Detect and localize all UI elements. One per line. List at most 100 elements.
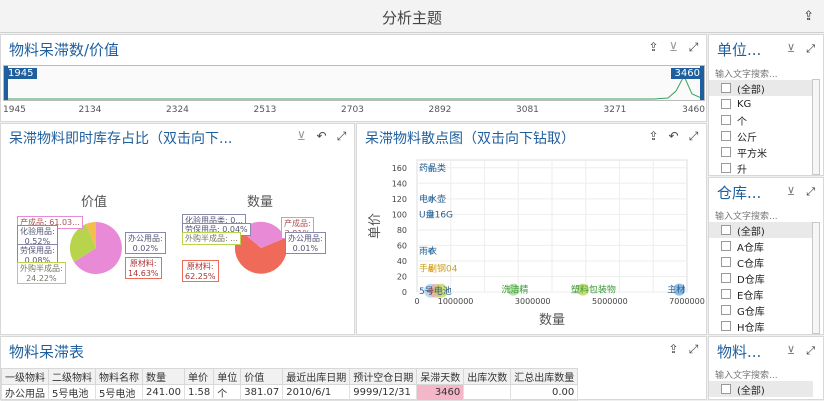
filter-icon[interactable]: ⊻ [787,344,795,357]
x-tick-label: 3000000 [515,297,551,306]
undo-icon[interactable]: ↶ [315,130,328,143]
range-track[interactable]: 1945 3460 [3,65,705,101]
checkbox[interactable] [721,115,731,125]
pie-panel: 呆滞物料即时库存占比（双击向下... ⊻ ↶ ⤢ 价值 数量 产成品: 61.0… [0,123,355,335]
table-cell: 办公用品 [1,384,49,401]
expand-icon[interactable]: ⤢ [335,130,348,143]
expand-icon[interactable]: ⤢ [806,344,815,358]
column-header[interactable]: 单位 [213,368,242,385]
checkbox[interactable] [721,305,731,315]
filter-option[interactable]: (全部) [709,80,813,96]
x-tick-label: 1000000 [438,297,474,306]
filter-icon[interactable]: ⊻ [787,42,795,55]
checkbox[interactable] [721,147,731,157]
column-header[interactable]: 单价 [183,368,215,385]
pie-left-label-6: 原材料: 14.63% [125,257,162,279]
filter-option[interactable]: 公斤 [709,128,813,144]
checkbox[interactable] [721,257,731,267]
filter-material-list: (全部) [709,381,813,397]
scrollbar[interactable] [812,79,820,175]
filter-option[interactable]: C仓库 [709,254,813,270]
filter-option[interactable]: (全部) [709,381,813,397]
column-header[interactable]: 二级物料 [48,368,96,385]
y-tick-label: 80 [397,226,407,235]
table-panel: 物料呆滞表 ⇪ ⤢ 一级物料 二级物料 物料名称 数量 单价 单位 价值 最近出库日期 预计空仓… [0,336,707,401]
range-max-label: 3460 [670,68,704,79]
filter-unit-search[interactable]: 输入文字搜索... [715,67,778,80]
checkbox[interactable] [721,273,731,283]
checkbox[interactable] [721,289,731,299]
expand-icon[interactable]: ⤢ [806,185,815,199]
scatter-chart[interactable]: 0 20 40 60 80 100 120 140 160 0 1000000 3000000 5000… [357,150,707,335]
x-tick-label: 5000000 [592,297,628,306]
undo-icon[interactable]: ↶ [667,130,680,143]
filter-unit-list: (全部) KG 个公斤 平方米升 [709,80,813,176]
filter-option[interactable]: 平方米 [709,144,813,160]
scatter-panel: 呆滞物料散点图（双击向下钻取） ⇪ ↶ ⤢ 0 20 40 60 80 100 120 140… [356,123,707,335]
column-header[interactable]: 数量 [142,368,185,385]
y-tick-label: 120 [392,195,407,204]
range-tick-label: 2324 [166,105,189,115]
slider-panel-title: 物料呆滞数/价值 [9,41,120,59]
export-icon[interactable]: ⇪ [647,41,660,54]
expand-icon[interactable]: ⤢ [687,130,700,143]
checkbox[interactable] [721,321,731,331]
column-header[interactable]: 最近出库日期 [282,368,351,385]
table-row[interactable]: 办公用品 5号电池 5号电池 241.00 1.58 个 381.07 2010/6/1 999… [1,384,579,401]
filter-option[interactable]: (全部) [709,222,813,238]
range-sparkline [4,74,704,100]
column-header[interactable]: 一级物料 [1,368,49,385]
column-header[interactable]: 物料名称 [95,368,143,385]
table-cell: 个 [213,384,242,401]
filter-material-title: 物料... [717,343,762,361]
table-panel-tools: ⇪ ⤢ [667,343,700,356]
filter-option[interactable]: KG [709,96,813,112]
pie-right-label-3: 外购半成品: ... [182,232,241,245]
table-cell: 2010/6/1 [282,384,351,401]
column-header[interactable]: 出库次数 [463,368,512,385]
checkbox[interactable] [721,131,731,141]
filter-option[interactable]: E仓库 [709,286,813,302]
checkbox[interactable] [721,99,731,109]
column-header[interactable]: 呆滞天数 [416,368,465,385]
slider-panel-tools: ⇪ ⊻ ⤢ [647,41,700,54]
filter-material-search[interactable]: 输入文字搜索... [715,368,778,381]
y-tick-label: 160 [392,164,407,173]
filter-option[interactable]: A仓库 [709,238,813,254]
checkbox[interactable] [721,241,731,251]
filter-option[interactable]: 升 [709,160,813,176]
filter-option[interactable]: H仓库 [709,318,813,334]
filter-icon[interactable]: ⊻ [787,185,795,198]
checkbox[interactable] [721,163,731,173]
filter-warehouse-search[interactable]: 输入文字搜索... [715,209,778,222]
filter-panel-warehouse: 仓库... ⊻ ⤢ 输入文字搜索... (全部) A仓库 C仓库 D仓库 E仓库 G仓库 H… [708,177,824,335]
filter-option-label: 公斤 [737,132,757,144]
column-header[interactable]: 预计空仓日期 [349,368,418,385]
column-header[interactable]: 价值 [240,368,284,385]
export-icon[interactable]: ⇪ [647,130,660,143]
checkbox[interactable] [721,83,731,93]
expand-icon[interactable]: ⤢ [687,343,700,356]
expand-icon[interactable]: ⤢ [687,41,700,54]
range-tick-label: 2134 [78,105,102,115]
filter-icon[interactable]: ⊻ [295,130,308,143]
table-cell: 5号电池 [95,384,143,401]
point-label: 主材 [667,284,685,296]
checkbox[interactable] [721,384,731,394]
export-icon[interactable]: ⇪ [667,343,680,356]
pie-left-label-5: 办公用品: 0.02% [125,232,166,254]
filter-option[interactable]: 个 [709,112,813,128]
point-label: 电水壶 [419,193,446,205]
column-header[interactable]: 汇总出库数量 [510,368,579,385]
table-panel-title: 物料呆滞表 [9,343,85,361]
scrollbar[interactable] [812,222,820,334]
filter-option-label: E仓库 [737,290,764,302]
filter-option[interactable]: D仓库 [709,270,813,286]
share-icon[interactable]: ⇪ [803,9,814,24]
checkbox[interactable] [721,225,731,235]
slider-panel: 物料呆滞数/价值 ⇪ ⊻ ⤢ 1945 3460 1945 2134 2324 251… [0,34,707,122]
filter-icon[interactable]: ⊻ [667,41,680,54]
expand-icon[interactable]: ⤢ [806,42,815,56]
filter-option[interactable]: G仓库 [709,302,813,318]
filter-option-label: (全部) [737,84,765,96]
